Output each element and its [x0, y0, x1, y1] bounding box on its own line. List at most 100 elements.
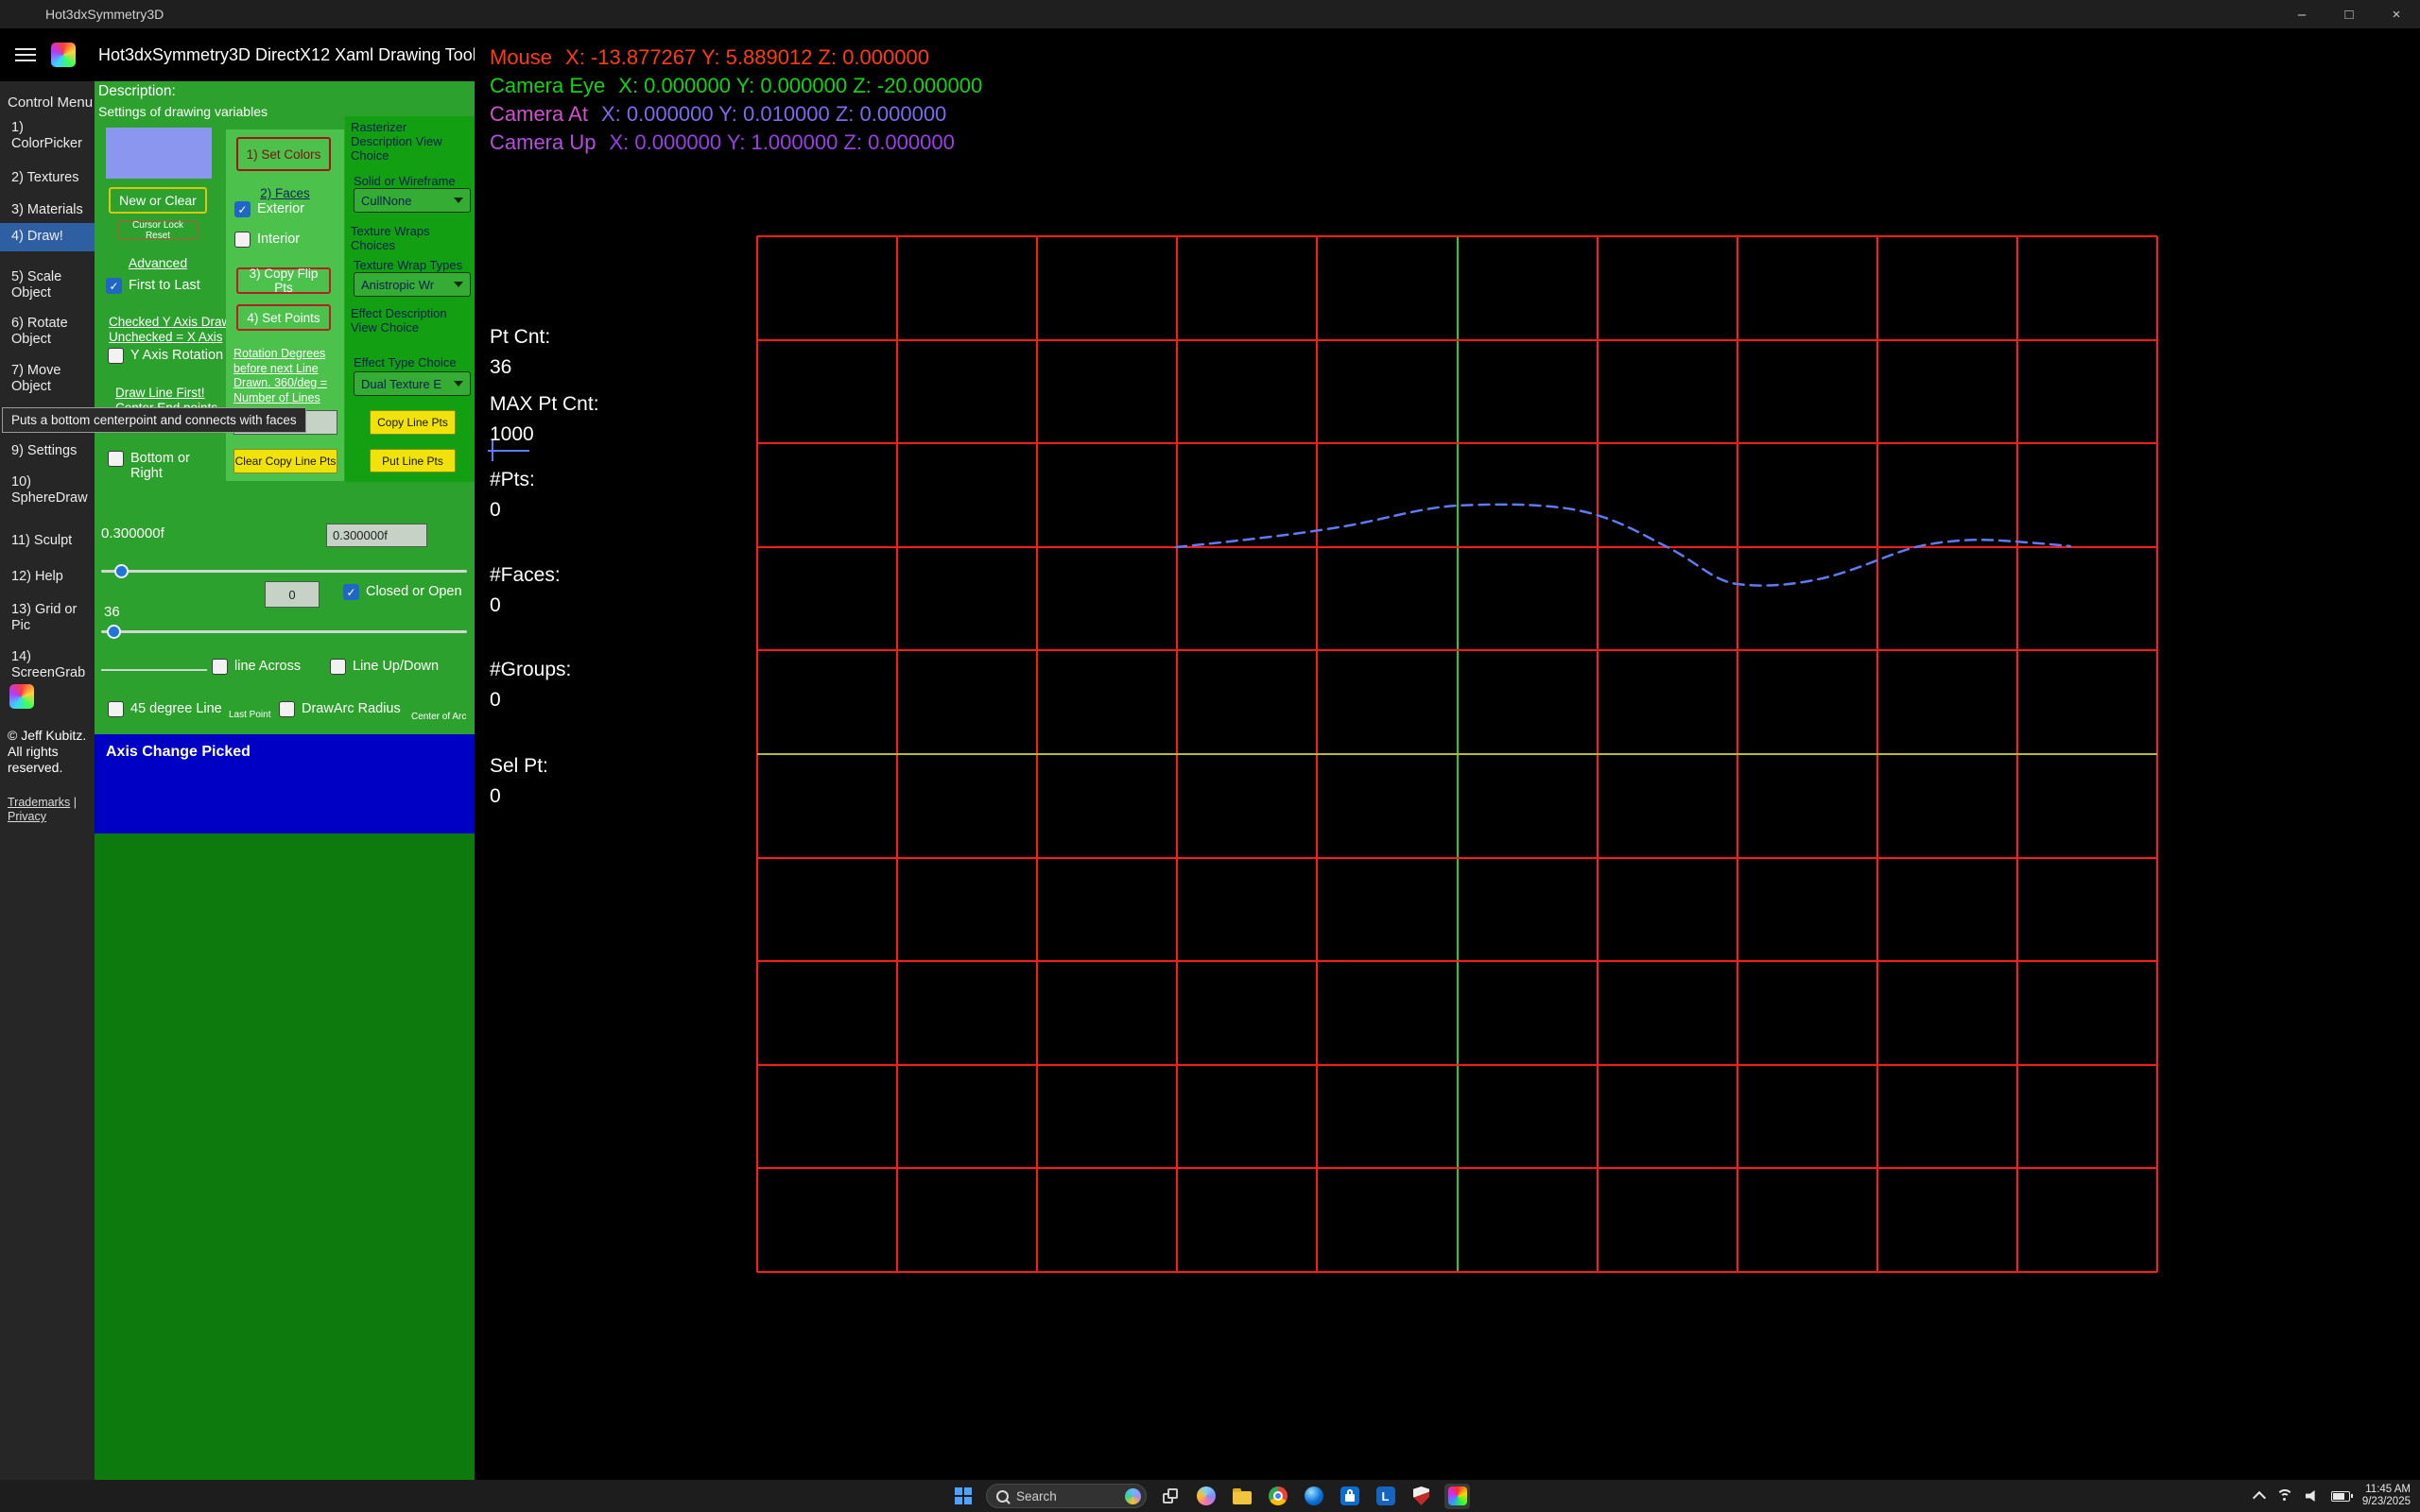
tray-date: 9/23/2025	[2362, 1496, 2411, 1508]
taskbar-icon-linqpad[interactable]: L	[1373, 1484, 1398, 1509]
taskbar-search[interactable]: Search	[986, 1484, 1147, 1508]
app-window: Hot3dxSymmetry3D – □ × Hot3dxSymmetry3D …	[0, 0, 2420, 1512]
chevron-up-icon[interactable]	[2253, 1490, 2266, 1503]
privacy-link[interactable]: Privacy	[8, 810, 46, 823]
first-to-last-checkbox[interactable]	[106, 278, 122, 294]
control-menu-sidebar: Control Menu 1) ColorPicker 2) Textures …	[0, 81, 95, 1480]
interior-label: Interior	[257, 232, 300, 247]
sidebar-item-scale-object[interactable]: 5) Scale Object	[0, 267, 95, 303]
drawing-viewport[interactable]: MouseX: -13.877267 Y: 5.889012 Z: 0.0000…	[475, 28, 2420, 1480]
clear-copy-line-pts-button[interactable]: Clear Copy Line Pts	[233, 449, 337, 473]
stat-max-pt-cnt: MAX Pt Cnt:1000	[490, 389, 599, 450]
set-points-button[interactable]: 4) Set Points	[236, 304, 331, 331]
sidebar-item-spheredraw[interactable]: 10) SphereDraw	[0, 472, 95, 508]
sidebar-item-textures[interactable]: 2) Textures	[0, 168, 95, 188]
value-slider-thumb[interactable]	[114, 564, 129, 578]
faces-link[interactable]: 2) Faces	[226, 186, 344, 200]
texture-wrap-dropdown[interactable]: Anistropic Wr	[354, 272, 471, 297]
sidebar-item-screengrab[interactable]: 14) ScreenGrab	[0, 647, 95, 683]
count-slider-thumb[interactable]	[107, 625, 121, 639]
taskbar-icon-hot3dx-app[interactable]	[1444, 1484, 1470, 1509]
close-button[interactable]: ×	[2373, 0, 2420, 28]
sidebar-item-move-object[interactable]: 7) Move Object	[0, 361, 95, 397]
closed-or-open-label: Closed or Open	[366, 584, 462, 599]
taskbar-icon-copilot[interactable]	[1193, 1484, 1219, 1509]
put-line-pts-button[interactable]: Put Line Pts	[370, 449, 456, 472]
y-axis-draw-link[interactable]: Checked Y Axis Draw Unchecked = X Axis	[109, 315, 231, 345]
color-swatch[interactable]	[106, 128, 212, 179]
y-axis-rotation-checkbox[interactable]	[108, 348, 124, 364]
last-point-label: Last Point	[229, 710, 270, 720]
draw-arc-radius-checkbox[interactable]	[279, 701, 295, 717]
sidebar-item-rotate-object[interactable]: 6) Rotate Object	[0, 314, 95, 350]
copy-line-pts-button[interactable]: Copy Line Pts	[370, 410, 456, 435]
line-up-down-checkbox[interactable]	[330, 659, 346, 675]
count-slider[interactable]	[101, 624, 467, 639]
search-icon	[996, 1490, 1009, 1503]
sidebar-logo-icon	[9, 684, 34, 709]
deg45-line-checkbox[interactable]	[108, 701, 124, 717]
axis-status-panel: Axis Change Picked	[95, 734, 475, 833]
solid-or-wireframe-label: Solid or Wireframe	[354, 174, 456, 188]
hamburger-menu-icon[interactable]	[15, 48, 36, 61]
value-input[interactable]: 0.300000f	[326, 524, 427, 547]
count-label: 36	[104, 604, 120, 620]
title-bar: Hot3dxSymmetry3D – □ ×	[0, 0, 2420, 28]
camera-up-readout: Camera UpX: 0.000000 Y: 1.000000 Z: 0.00…	[490, 129, 982, 157]
line-across-checkbox[interactable]	[212, 659, 228, 675]
value-slider[interactable]	[101, 563, 467, 578]
rotation-degrees-link[interactable]: Rotation Degrees before next Line Drawn.…	[233, 347, 337, 405]
cursor-lock-reset-button[interactable]: Cursor Lock Reset	[118, 220, 198, 240]
y-axis-rotation-label: Y Axis Rotation	[130, 348, 223, 363]
sidebar-item-grid-or-pic[interactable]: 13) Grid or Pic	[0, 600, 95, 636]
sidebar-item-materials[interactable]: 3) Materials	[0, 200, 95, 220]
task-view-icon	[1163, 1488, 1178, 1503]
sidebar-item-settings[interactable]: 9) Settings	[0, 441, 95, 461]
set-colors-button[interactable]: 1) Set Colors	[236, 137, 331, 171]
stat-groups: #Groups:0	[490, 655, 571, 715]
store-icon	[1340, 1486, 1359, 1505]
taskbar-icon-task-view[interactable]	[1157, 1484, 1183, 1509]
mouse-readout: MouseX: -13.877267 Y: 5.889012 Z: 0.0000…	[490, 43, 982, 72]
taskbar-icon-store[interactable]	[1337, 1484, 1362, 1509]
interior-checkbox[interactable]	[234, 232, 251, 248]
trademarks-link[interactable]: Trademarks	[8, 796, 70, 809]
search-highlights-icon	[1125, 1488, 1141, 1504]
battery-icon[interactable]	[2331, 1491, 2350, 1502]
zero-input[interactable]: 0	[265, 581, 320, 608]
taskbar-icon-file-explorer[interactable]	[1229, 1484, 1254, 1509]
folder-icon	[1233, 1491, 1252, 1504]
chevron-down-icon	[454, 282, 463, 287]
sidebar-item-help[interactable]: 12) Help	[0, 567, 95, 587]
wifi-icon[interactable]	[2276, 1489, 2293, 1503]
new-or-clear-button[interactable]: New or Clear	[109, 187, 207, 214]
advanced-link[interactable]: Advanced	[109, 255, 207, 270]
copy-flip-pts-button[interactable]: 3) Copy Flip Pts	[236, 267, 331, 294]
maximize-button[interactable]: □	[2325, 0, 2373, 28]
taskbar-icon-edge[interactable]	[1301, 1484, 1326, 1509]
exterior-checkbox[interactable]	[234, 201, 251, 217]
sidebar-item-sculpt[interactable]: 11) Sculpt	[0, 531, 95, 551]
app-logo-icon	[51, 43, 76, 67]
closed-or-open-checkbox[interactable]	[343, 584, 359, 600]
start-button[interactable]	[950, 1484, 976, 1509]
taskbar-icon-defender[interactable]	[1409, 1484, 1434, 1509]
stat-sel-pt: Sel Pt:0	[490, 751, 548, 812]
bottom-or-right-checkbox[interactable]	[108, 451, 124, 467]
search-label: Search	[1016, 1489, 1117, 1503]
grid-area[interactable]	[757, 236, 2157, 1272]
hot3dx-app-icon	[1448, 1486, 1467, 1505]
center-of-arc-label: Center of Arc	[411, 712, 466, 722]
minimize-button[interactable]: –	[2278, 0, 2325, 28]
deg45-line-label: 45 degree Line	[130, 701, 222, 716]
sidebar-item-colorpicker[interactable]: 1) ColorPicker	[0, 118, 95, 154]
volume-icon[interactable]	[2306, 1490, 2319, 1502]
taskbar-icon-chrome[interactable]	[1265, 1484, 1290, 1509]
clock[interactable]: 11:45 AM 9/23/2025	[2362, 1484, 2411, 1508]
effect-type-dropdown[interactable]: Dual Texture E	[354, 371, 471, 396]
sidebar-item-draw[interactable]: 4) Draw!	[0, 223, 95, 251]
taskbar: Search L 11:45 AM 9/23/2025	[0, 1480, 2420, 1512]
coordinate-readout: MouseX: -13.877267 Y: 5.889012 Z: 0.0000…	[490, 43, 982, 157]
cull-mode-dropdown[interactable]: CullNone	[354, 188, 471, 213]
legal-links: Trademarks | Privacy	[8, 796, 77, 824]
